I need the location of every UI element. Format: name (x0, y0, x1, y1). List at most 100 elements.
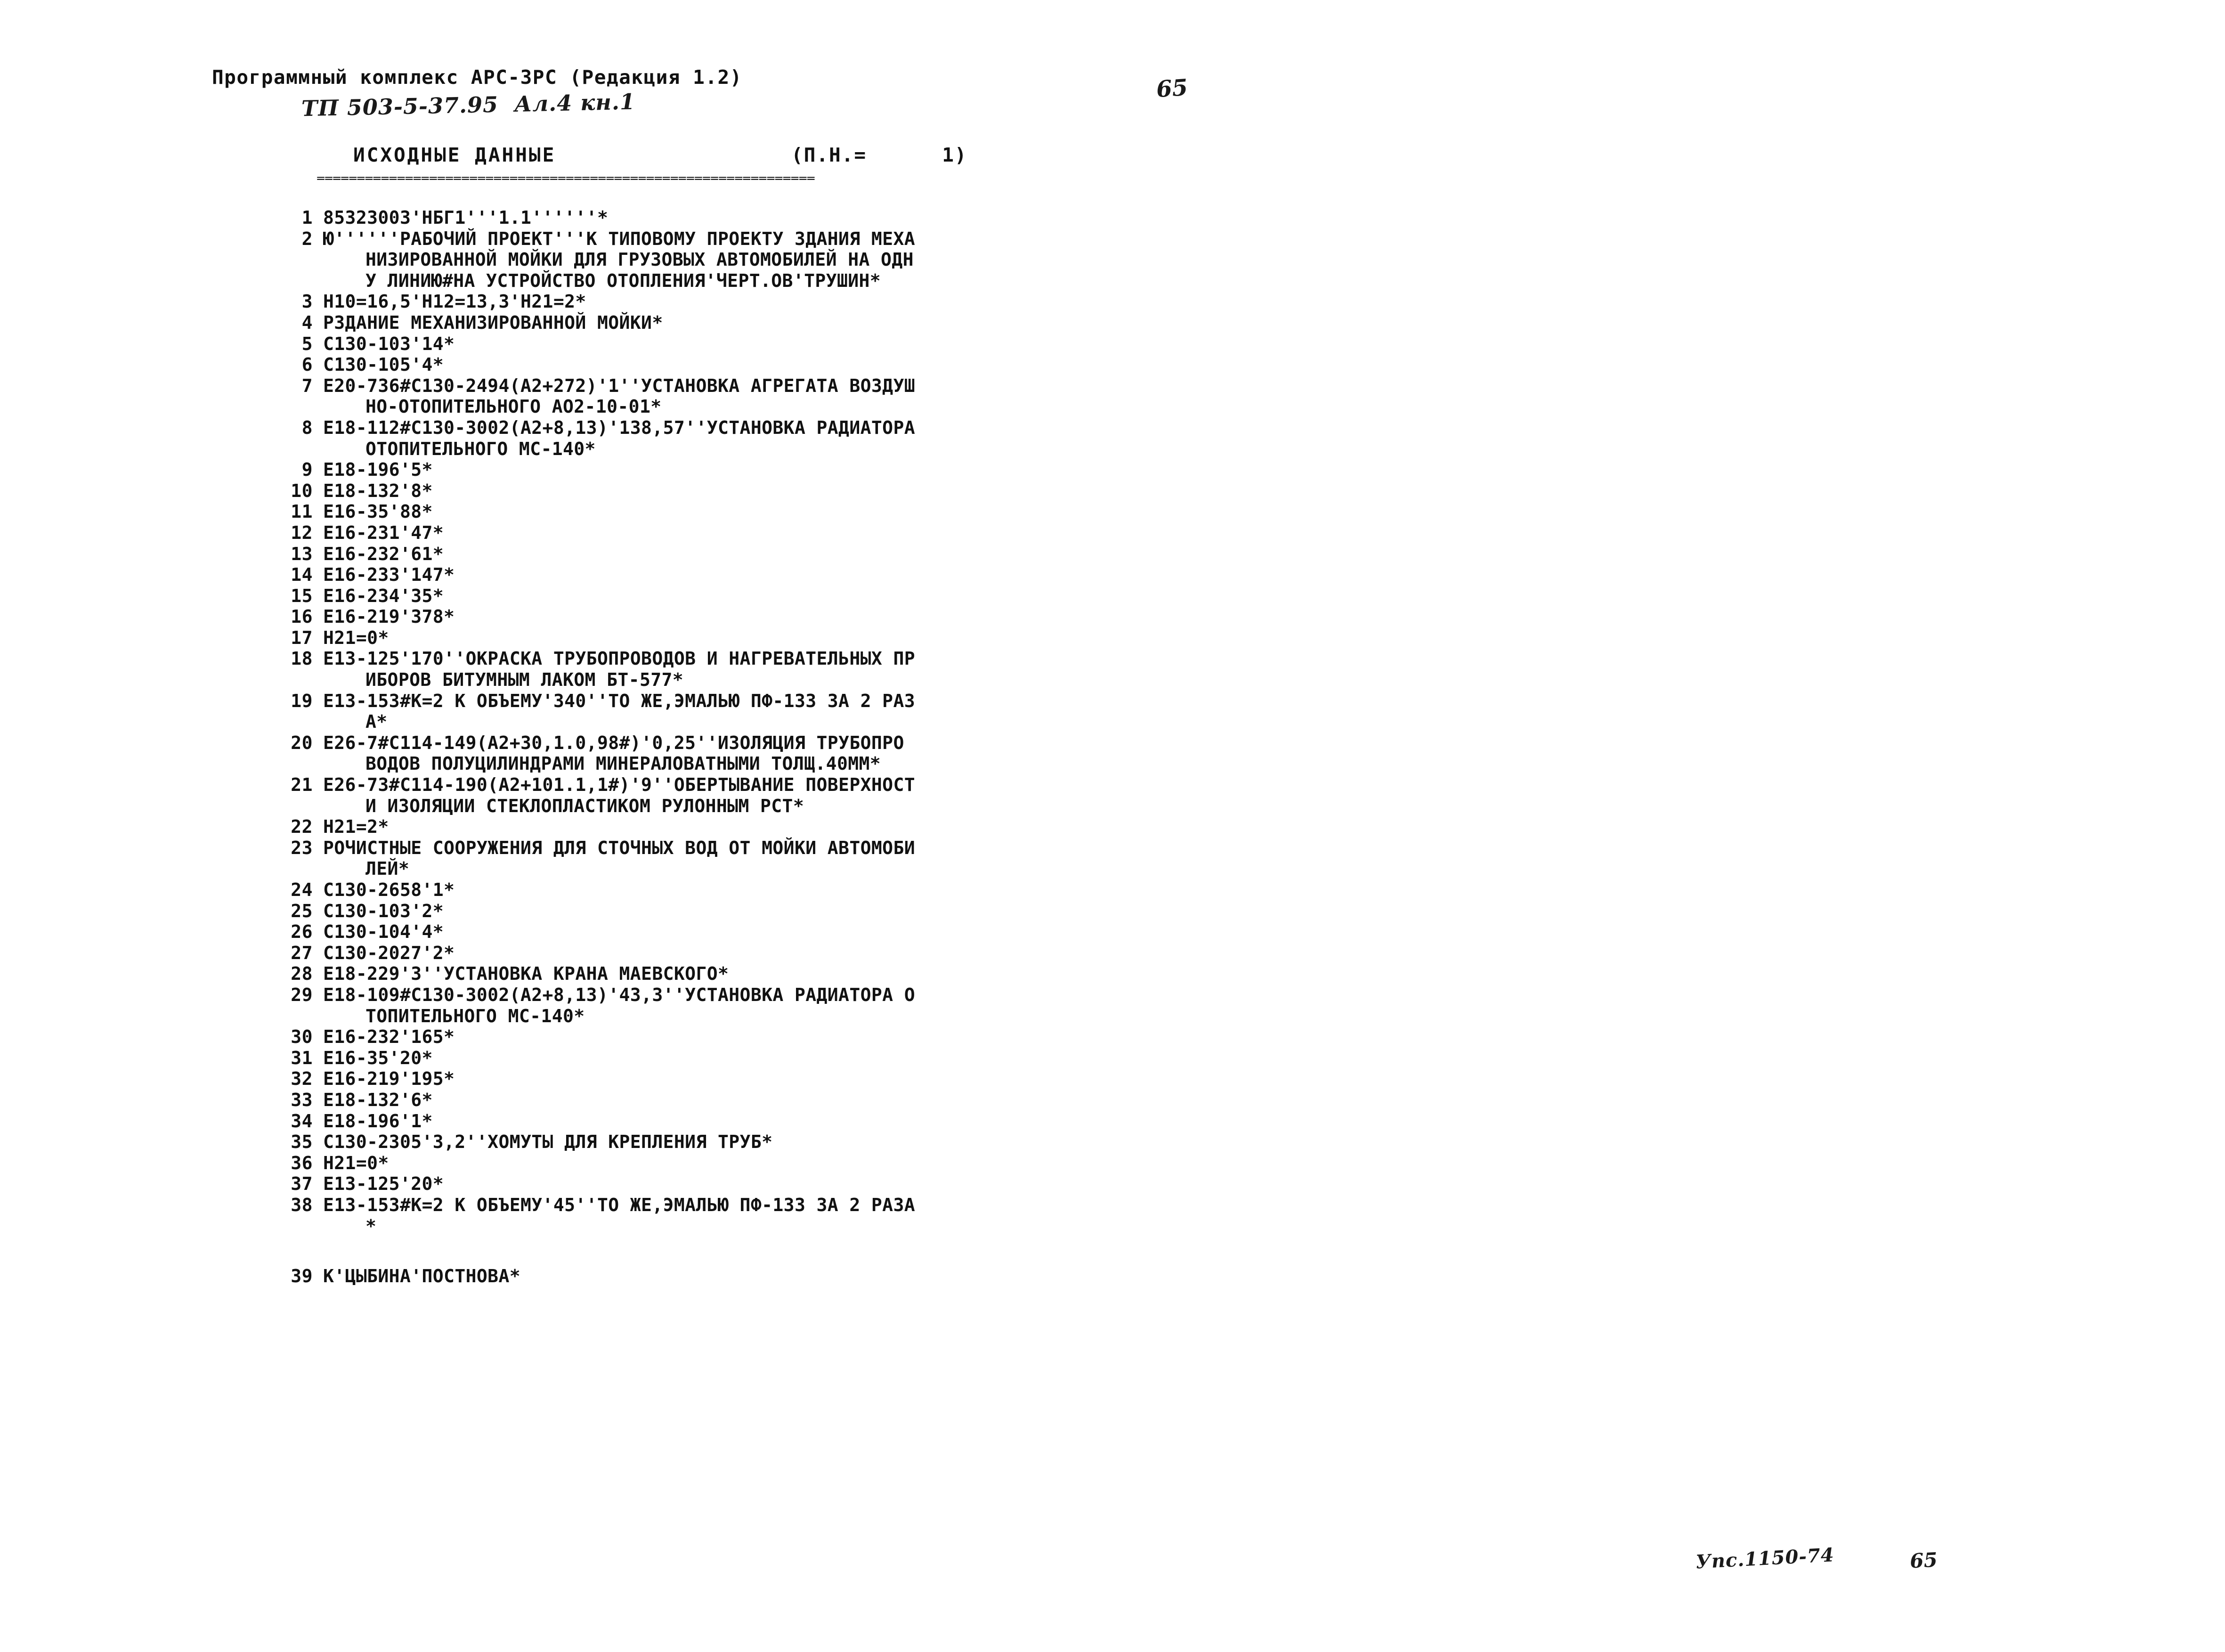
listing-row-text: Е16-234'35* (323, 585, 444, 606)
listing-row-number: 3 (301, 291, 313, 312)
listing-row-continuation: .НО-ОТОПИТЕЛЬНОГО АО2-10-01* (273, 396, 1404, 417)
listing-row: 36 Н21=0* (273, 1153, 1404, 1174)
listing-row: 35 С130-2305'3,2''ХОМУТЫ ДЛЯ КРЕПЛЕНИЯ ТР… (273, 1131, 1404, 1153)
listing-row-continuation-text: ОТОПИТЕЛЬНОГО МС-140* (365, 438, 596, 459)
listing-row-text: Е26-73#С114-190(А2+101.1,1#)'9''ОБЕРТЫВА… (323, 774, 916, 796)
listing-row-continuation-text: А* (365, 711, 388, 732)
listing-row-text: Н10=16,5'Н12=13,3'Н21=2* (323, 291, 586, 312)
listing-row-number: 7 (301, 375, 313, 396)
listing-row-text: Е16-219'195* (323, 1068, 455, 1090)
listing-row-text: Н21=0* (323, 627, 389, 648)
listing-row-number: 15 (291, 585, 313, 606)
listing-row-number: 26 (291, 921, 313, 943)
listing-row-text: Е13-153#К=2 К ОБЪЕМУ'340''ТО ЖЕ,ЭМАЛЬЮ П… (323, 690, 916, 711)
listing-row-continuation: .НИЗИРОВАННОЙ МОЙКИ ДЛЯ ГРУЗОВЫХ АВТОМОБ… (273, 249, 1404, 270)
listing-row-text: К'ЦЫБИНА'ПОСТНОВА* (323, 1266, 521, 1287)
listing-row-number: 38 (291, 1194, 313, 1215)
listing-row-number: 39 (291, 1266, 313, 1287)
listing-row-number: 11 (291, 501, 313, 522)
listing-row-number: 23 (291, 837, 313, 858)
listing-row-continuation: .ЛЕЙ* (273, 858, 1404, 879)
listing-row-text: Е16-35'88* (323, 501, 433, 522)
listing-row: 8 Е18-112#С130-3002(А2+8,13)'138,57''УСТА… (273, 417, 1404, 439)
listing-row-continuation: .ТОПИТЕЛЬНОГО МС-140* (273, 1006, 1404, 1027)
listing-row-text: Е13-153#К=2 К ОБЪЕМУ'45''ТО ЖЕ,ЭМАЛЬЮ ПФ… (323, 1194, 916, 1215)
listing-row-number: 14 (291, 564, 313, 586)
listing-row-number: 18 (291, 648, 313, 669)
listing-row: 23 РОЧИСТНЫЕ СООРУЖЕНИЯ ДЛЯ СТОЧНЫХ ВОД О… (273, 838, 1404, 859)
listing-row: 38 Е13-153#К=2 К ОБЪЕМУ'45''ТО ЖЕ,ЭМАЛЬЮ … (273, 1195, 1404, 1216)
listing-row: 1 85323003'НБГ1'''1.1''''''* (273, 207, 1404, 228)
listing-row-text: Е18-196'1* (323, 1110, 433, 1131)
listing-row: 22 Н21=2* (273, 816, 1404, 838)
listing-row-text: С130-2305'3,2''ХОМУТЫ ДЛЯ КРЕПЛЕНИЯ ТРУБ… (323, 1131, 773, 1153)
listing-row-text: Н21=2* (323, 816, 389, 838)
listing-row-continuation: .А* (273, 711, 1404, 732)
listing-row: 11 Е16-35'88* (273, 501, 1404, 522)
listing-row-text: РОЧИСТНЫЕ СООРУЖЕНИЯ ДЛЯ СТОЧНЫХ ВОД ОТ … (323, 837, 916, 858)
listing-row: 3 Н10=16,5'Н12=13,3'Н21=2* (273, 291, 1404, 312)
listing-row: 33 Е18-132'6* (273, 1090, 1404, 1111)
listing-row: 15 Е16-234'35* (273, 586, 1404, 607)
listing-row-number: 37 (291, 1173, 313, 1195)
listing-row-number: 30 (291, 1026, 313, 1048)
listing-row: 26 С130-104'4* (273, 921, 1404, 943)
listing-row-text: 85323003'НБГ1'''1.1''''''* (323, 207, 609, 228)
listing-row-text: Е18-196'5* (323, 459, 433, 480)
listing-row-text: С130-2658'1* (323, 879, 455, 900)
program-header: Программный комплекс АРС-ЗРС (Редакция 1… (212, 66, 742, 89)
listing-row-text: Е16-35'20* (323, 1047, 433, 1068)
listing-row-text: Е13-125'170''ОКРАСКА ТРУБОПРОВОДОВ И НАГ… (323, 648, 916, 669)
listing-row-continuation: .* (273, 1216, 1404, 1237)
handwritten-footer-number: 65 (1909, 1548, 1938, 1573)
listing-row-continuation: .ИБОРОВ БИТУМНЫМ ЛАКОМ БТ-577* (273, 669, 1404, 691)
listing-row-number: 2 (301, 228, 313, 249)
listing-row-continuation-text: И ИЗОЛЯЦИИ СТЕКЛОПЛАСТИКОМ РУЛОННЫМ РСТ* (365, 795, 804, 816)
listing-row-number: 8 (301, 417, 313, 438)
listing-row: 28 Е18-229'3''УСТАНОВКА КРАНА МАЕВСКОГО* (273, 963, 1404, 985)
listing-row-continuation-text: ВОДОВ ПОЛУЦИЛИНДРАМИ МИНЕРАЛОВАТНЫМИ ТОЛ… (365, 753, 881, 774)
listing-row-continuation-text: ЛЕЙ* (365, 858, 410, 879)
listing-row-continuation-text: * (365, 1215, 377, 1237)
listing-row: 17 Н21=0* (273, 627, 1404, 649)
listing-row-number: 27 (291, 942, 313, 963)
listing-row: 10 Е18-132'8* (273, 480, 1404, 502)
listing-row-continuation: .И ИЗОЛЯЦИИ СТЕКЛОПЛАСТИКОМ РУЛОННЫМ РСТ… (273, 796, 1404, 817)
listing-row: 21 Е26-73#С114-190(А2+101.1,1#)'9''ОБЕРТЫ… (273, 774, 1404, 796)
listing-row-continuation-text: НО-ОТОПИТЕЛЬНОГО АО2-10-01* (365, 396, 662, 417)
listing-row: 32 Е16-219'195* (273, 1068, 1404, 1090)
listing-row-number: 19 (291, 690, 313, 711)
listing-row: 13 Е16-232'61* (273, 544, 1404, 565)
listing-row-number: 6 (301, 354, 313, 375)
input-data-listing: 1 85323003'НБГ1'''1.1''''''* 2 Ю''''''РАБОЧ… (273, 207, 1404, 1287)
listing-row-continuation-text: ТОПИТЕЛЬНОГО МС-140* (365, 1005, 585, 1026)
listing-row-text: Ю''''''РАБОЧИЙ ПРОЕКТ'''К ТИПОВОМУ ПРОЕК… (323, 228, 916, 249)
listing-row-number: 9 (301, 459, 313, 480)
listing-row-text: Е16-231'47* (323, 522, 444, 543)
listing-row: 34 Е18-196'1* (273, 1111, 1404, 1132)
listing-row: 19 Е13-153#К=2 К ОБЪЕМУ'340''ТО ЖЕ,ЭМАЛЬЮ… (273, 691, 1404, 712)
listing-row-text: Е16-219'378* (323, 606, 455, 627)
listing-row: 5 С130-103'14* (273, 334, 1404, 355)
section-title: ИСХОДНЫЕ ДАННЫЕ (353, 144, 556, 166)
listing-row: 25 С130-103'2* (273, 901, 1404, 922)
listing-row: 37 Е13-125'20* (273, 1173, 1404, 1195)
listing-row: 9 Е18-196'5* (273, 459, 1404, 480)
listing-row-number: 4 (301, 312, 313, 333)
listing-row-number: 31 (291, 1047, 313, 1068)
listing-row-continuation: .У ЛИНИЮ#НА УСТРОЙСТВО ОТОПЛЕНИЯ'ЧЕРТ.ОВ… (273, 270, 1404, 292)
listing-row: 6 С130-105'4* (273, 354, 1404, 375)
listing-row-text: С130-103'2* (323, 900, 444, 921)
listing-row: 12 Е16-231'47* (273, 522, 1404, 544)
listing-row-number: 33 (291, 1089, 313, 1110)
listing-row-number: 35 (291, 1131, 313, 1153)
handwritten-project-code: ТП 503-5-37.95 Ал.4 кн.1 (301, 89, 636, 122)
listing-spacer (273, 1237, 1404, 1266)
listing-row: 2 Ю''''''РАБОЧИЙ ПРОЕКТ'''К ТИПОВОМУ ПРОЕ… (273, 228, 1404, 250)
listing-row-number: 21 (291, 774, 313, 796)
listing-row: 20 Е26-7#С114-149(А2+30,1.0,98#)'0,25''ИЗ… (273, 732, 1404, 754)
listing-row: 27 С130-2027'2* (273, 943, 1404, 964)
listing-row-text: РЗДАНИЕ МЕХАНИЗИРОВАННОЙ МОЙКИ* (323, 312, 663, 333)
listing-row: 29 Е18-109#С130-3002(А2+8,13)'43,3''УСТАН… (273, 985, 1404, 1006)
listing-row: 4 РЗДАНИЕ МЕХАНИЗИРОВАННОЙ МОЙКИ* (273, 312, 1404, 334)
